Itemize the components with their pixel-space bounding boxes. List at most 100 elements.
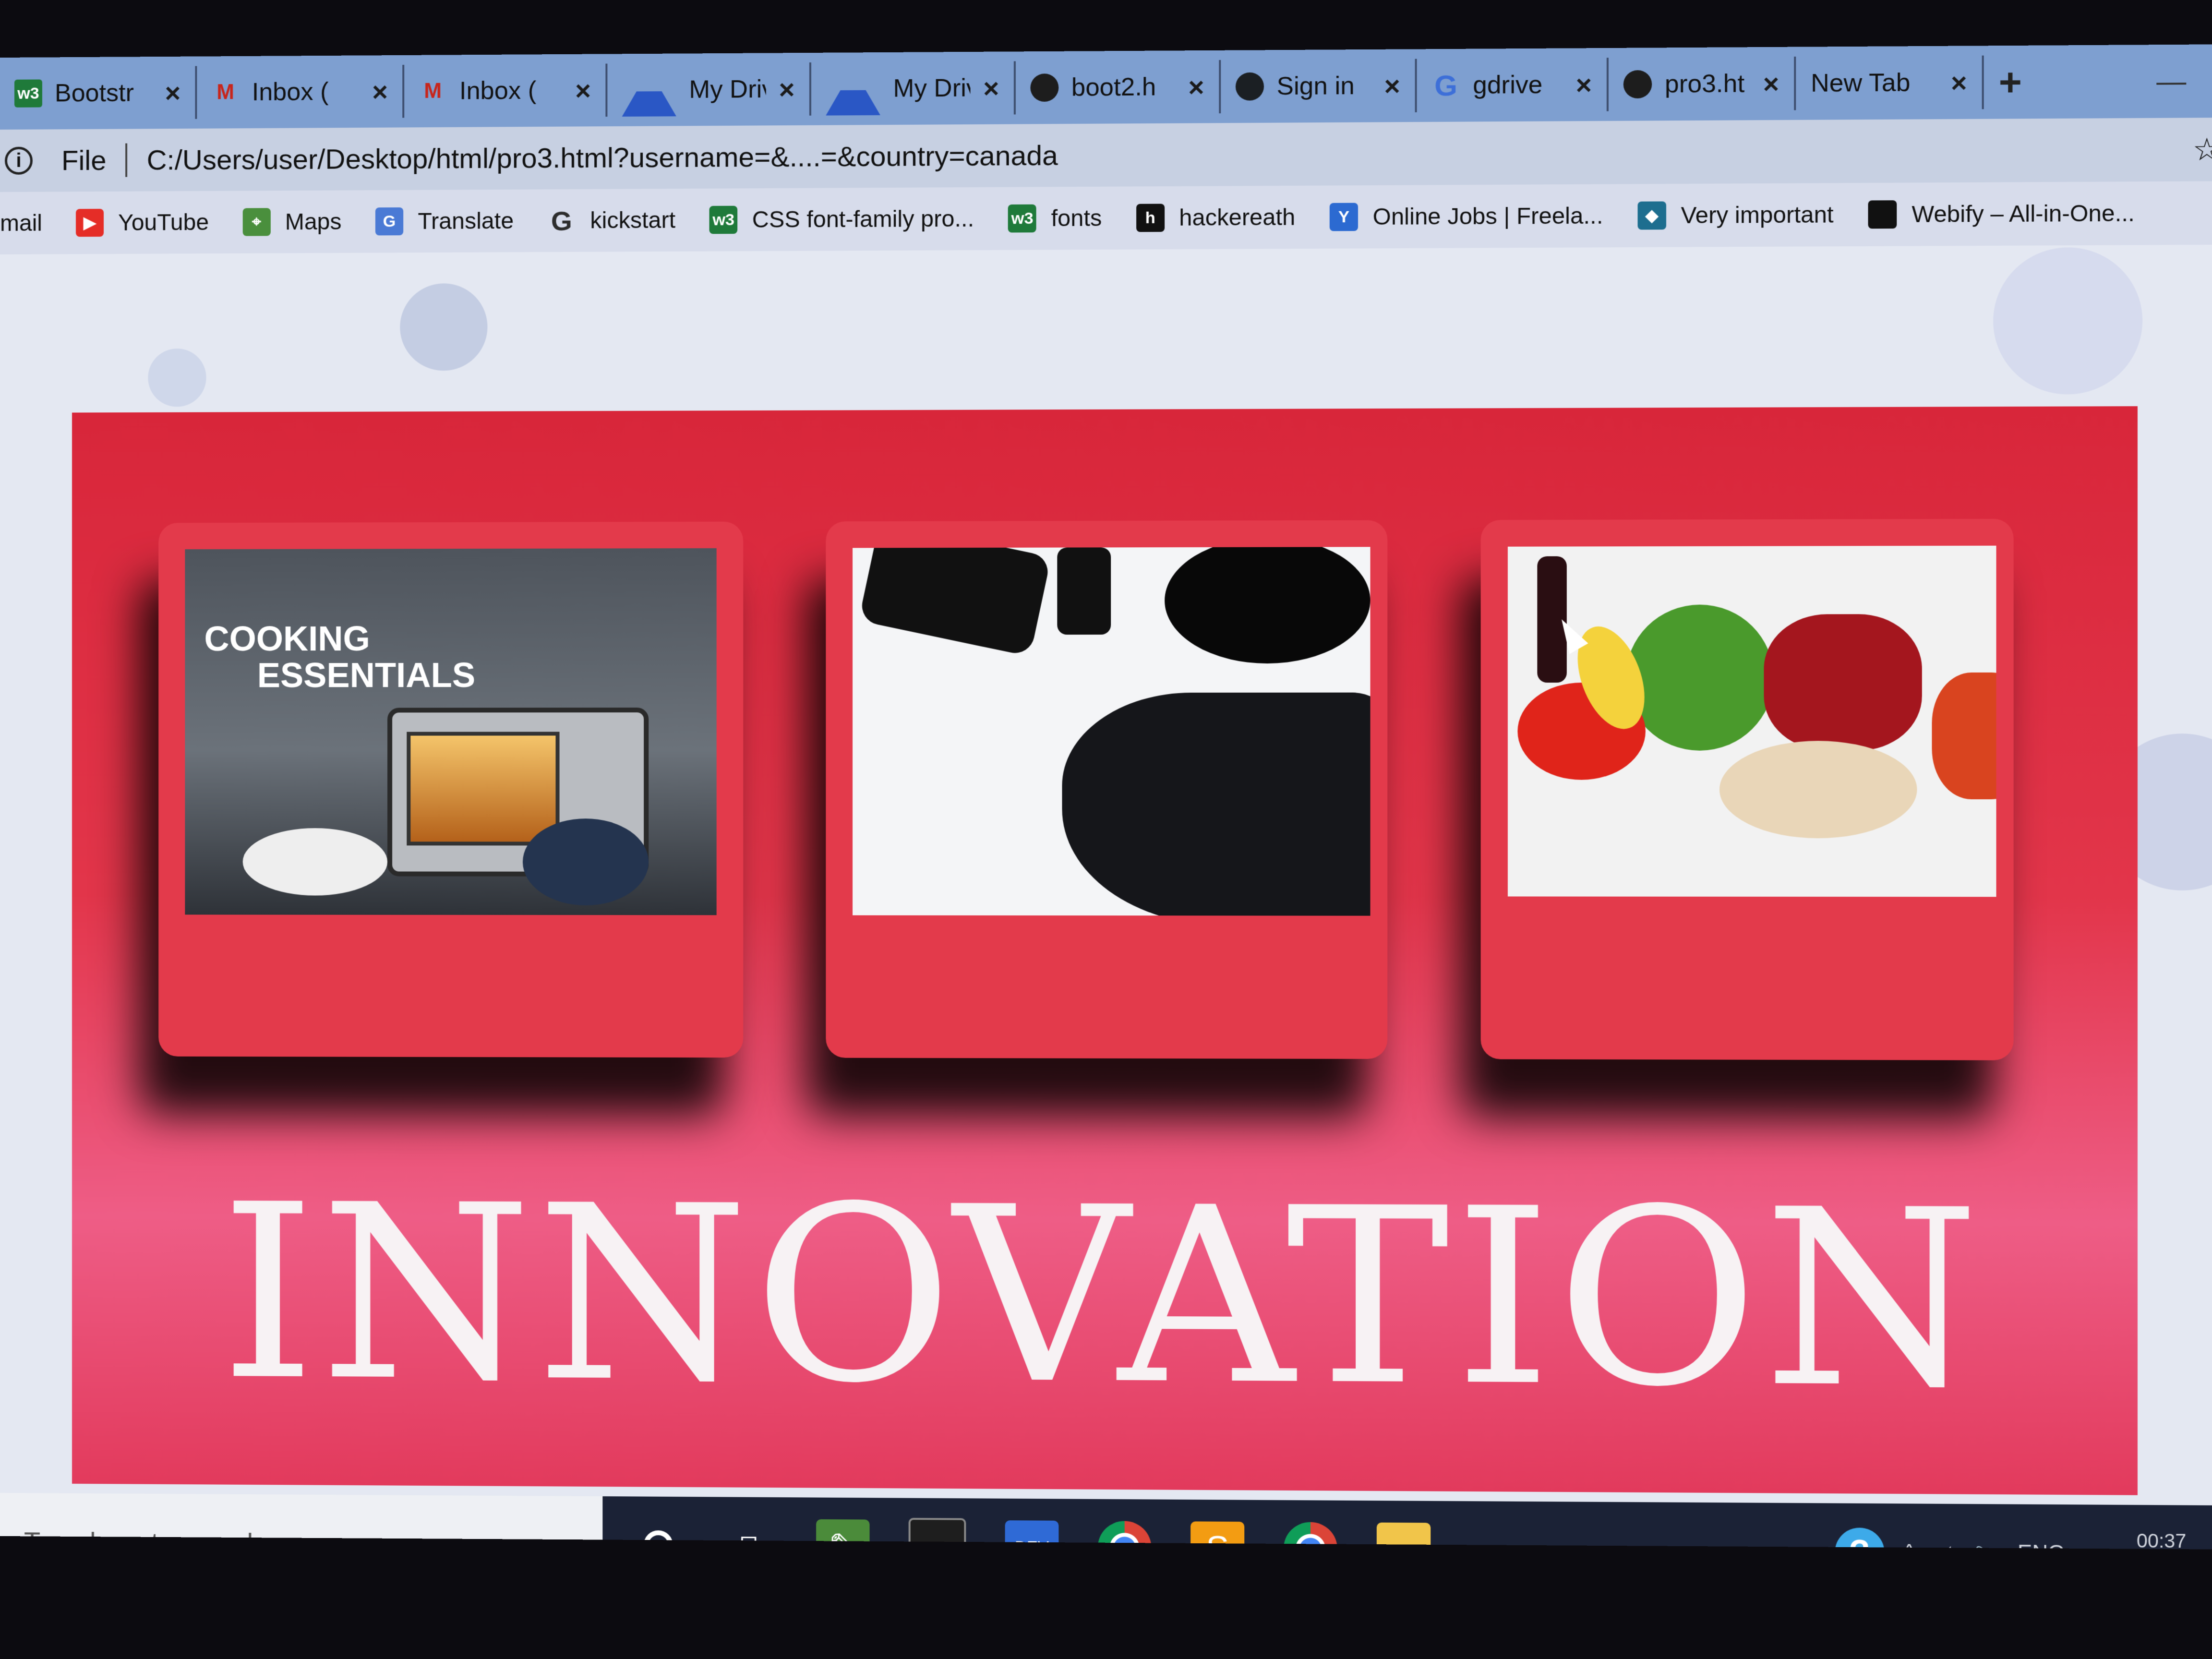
- bookmark-hackereath[interactable]: h hackereath: [1136, 203, 1296, 232]
- page-content: COOKING ESSENTIALS INNOVATION: [0, 244, 2212, 1506]
- bookmark-icon: ◆: [1637, 201, 1666, 230]
- search-placeholder: Type here to search: [24, 1526, 262, 1550]
- volume-icon[interactable]: 🔈: [1971, 1540, 1998, 1550]
- google-icon: G: [1434, 69, 1457, 102]
- network-icon[interactable]: ◢: [1934, 1540, 1951, 1550]
- bookmark-star-icon[interactable]: ☆: [2192, 131, 2212, 168]
- close-icon[interactable]: ×: [1763, 68, 1779, 99]
- tab-title: My Driv: [893, 74, 971, 103]
- globe-icon: [1030, 73, 1059, 102]
- gmail-icon: M: [216, 80, 234, 104]
- github-icon: [1235, 72, 1264, 101]
- terminal-icon[interactable]: ▭: [908, 1517, 966, 1550]
- tab-sign-in[interactable]: Sign in ×: [1221, 59, 1417, 114]
- info-icon[interactable]: i: [4, 146, 33, 175]
- tab-title: New Tab: [1811, 68, 1911, 97]
- fashion-accessories-photo: [853, 547, 1370, 916]
- cortana-icon[interactable]: [632, 1518, 685, 1550]
- tab-title: gdrive: [1473, 71, 1543, 99]
- tab-title: pro3.ht: [1664, 69, 1745, 98]
- bookmark-kickstart[interactable]: G kickstart: [548, 205, 676, 236]
- taskbar-search-input[interactable]: Type here to search: [0, 1493, 603, 1550]
- file-explorer-icon[interactable]: ▬: [1376, 1522, 1431, 1550]
- bookmark-label: hackereath: [1179, 204, 1296, 231]
- tab-inbox-1[interactable]: M Inbox ( ×: [197, 65, 405, 119]
- bookmark-label: kickstart: [590, 207, 676, 233]
- bookmark-mail[interactable]: mail: [0, 210, 42, 236]
- close-icon[interactable]: ×: [575, 74, 591, 106]
- tab-inbox-2[interactable]: M Inbox ( ×: [404, 63, 608, 118]
- clock[interactable]: 00:37 02-08-2020: [2085, 1528, 2187, 1550]
- bookmark-label: Webify – All-in-One...: [1911, 200, 2135, 228]
- hackerearth-icon: h: [1136, 204, 1165, 232]
- bookmark-label: Maps: [285, 209, 342, 235]
- plate-shape: [242, 828, 388, 896]
- tab-title: My Driv: [689, 75, 767, 104]
- chevron-up-icon[interactable]: ^: [1904, 1540, 1914, 1550]
- chrome-icon[interactable]: [1097, 1521, 1152, 1550]
- maps-icon: ⌖: [242, 208, 271, 236]
- bookmark-label: CSS font-family pro...: [752, 205, 974, 233]
- close-icon[interactable]: ×: [1188, 71, 1204, 103]
- taskbar-icons: ⧉ ✎ ▭ DEV S ▬: [632, 1516, 1431, 1550]
- system-tray: ? ^ ◢ 🔈 ENG 00:37 02-08-2020: [1835, 1527, 2186, 1550]
- close-icon[interactable]: ×: [1951, 67, 1967, 98]
- card-caption: COOKING ESSENTIALS: [204, 619, 475, 695]
- caption-line: COOKING: [204, 619, 370, 659]
- hero-banner: COOKING ESSENTIALS INNOVATION: [72, 406, 2138, 1495]
- bookmark-youtube[interactable]: ▶ YouTube: [76, 208, 209, 237]
- close-icon[interactable]: ×: [1384, 70, 1400, 102]
- webify-icon: [1868, 200, 1897, 229]
- close-icon[interactable]: ×: [165, 77, 181, 108]
- bookmark-webify[interactable]: Webify – All-in-One...: [1868, 199, 2135, 229]
- bookmark-label: Translate: [418, 208, 514, 234]
- card-grocery[interactable]: [1480, 518, 2014, 1060]
- tab-my-drive-2[interactable]: My Driv ×: [811, 61, 1016, 116]
- bookmark-label: Online Jobs | Freela...: [1372, 203, 1603, 230]
- freelancer-icon: Y: [1329, 203, 1358, 231]
- card-fashion[interactable]: [826, 520, 1388, 1059]
- bookmark-label: mail: [0, 210, 42, 236]
- language-indicator[interactable]: ENG: [2018, 1541, 2065, 1550]
- bookmark-css-font-family[interactable]: w3 CSS font-family pro...: [709, 204, 974, 234]
- tab-pro3[interactable]: pro3.ht ×: [1608, 56, 1796, 111]
- grocery-photo: [1507, 545, 1996, 897]
- bookmark-fonts[interactable]: w3 fonts: [1008, 204, 1102, 233]
- tab-title: Bootstr: [54, 79, 134, 108]
- google-icon: G: [551, 205, 572, 236]
- sublime-text-icon[interactable]: S: [1190, 1521, 1245, 1550]
- divider: [125, 143, 128, 177]
- tab-strip: w3 Bootstr × M Inbox ( × M Inbox ( × My …: [0, 44, 2212, 130]
- bookmark-label: fonts: [1051, 205, 1102, 231]
- gmail-icon: M: [424, 79, 442, 103]
- page-headline: INNOVATION: [220, 1153, 1985, 1442]
- bookmark-very-important[interactable]: ◆ Very important: [1637, 201, 1834, 230]
- google-drive-icon: [622, 63, 677, 117]
- tab-title: Inbox (: [252, 78, 329, 107]
- close-icon[interactable]: ×: [372, 76, 388, 107]
- chrome-active-icon[interactable]: [1283, 1522, 1338, 1550]
- tab-my-drive-1[interactable]: My Driv ×: [607, 62, 811, 117]
- cooking-essentials-photo: COOKING ESSENTIALS: [185, 548, 717, 915]
- bookmark-label: Very important: [1681, 202, 1834, 228]
- tab-boot2[interactable]: boot2.h ×: [1015, 60, 1221, 115]
- close-icon[interactable]: ×: [983, 72, 999, 104]
- dev-app-icon[interactable]: DEV: [1005, 1520, 1059, 1550]
- url-field[interactable]: C:/Users/user/Desktop/html/pro3.html?use…: [147, 139, 1058, 176]
- tab-new-tab[interactable]: New Tab ×: [1796, 55, 1984, 110]
- help-icon[interactable]: ?: [1835, 1527, 1885, 1550]
- bookmark-maps[interactable]: ⌖ Maps: [242, 208, 342, 236]
- bookmark-online-jobs[interactable]: Y Online Jobs | Freela...: [1329, 202, 1603, 231]
- card-cooking[interactable]: COOKING ESSENTIALS: [158, 521, 744, 1058]
- new-tab-button[interactable]: +: [1999, 60, 2022, 105]
- notepad-icon[interactable]: ✎: [816, 1519, 870, 1550]
- tab-gdrive[interactable]: G gdrive ×: [1417, 58, 1609, 112]
- close-icon[interactable]: ×: [1576, 69, 1592, 100]
- minimize-button[interactable]: —: [2156, 64, 2186, 98]
- close-icon[interactable]: ×: [779, 73, 794, 105]
- bookmark-translate[interactable]: G Translate: [375, 207, 514, 236]
- tab-bootstrap[interactable]: w3 Bootstr ×: [0, 66, 197, 120]
- tab-title: boot2.h: [1071, 73, 1156, 102]
- screen: w3 Bootstr × M Inbox ( × M Inbox ( × My …: [0, 44, 2212, 1550]
- task-view-icon[interactable]: ⧉: [724, 1519, 777, 1550]
